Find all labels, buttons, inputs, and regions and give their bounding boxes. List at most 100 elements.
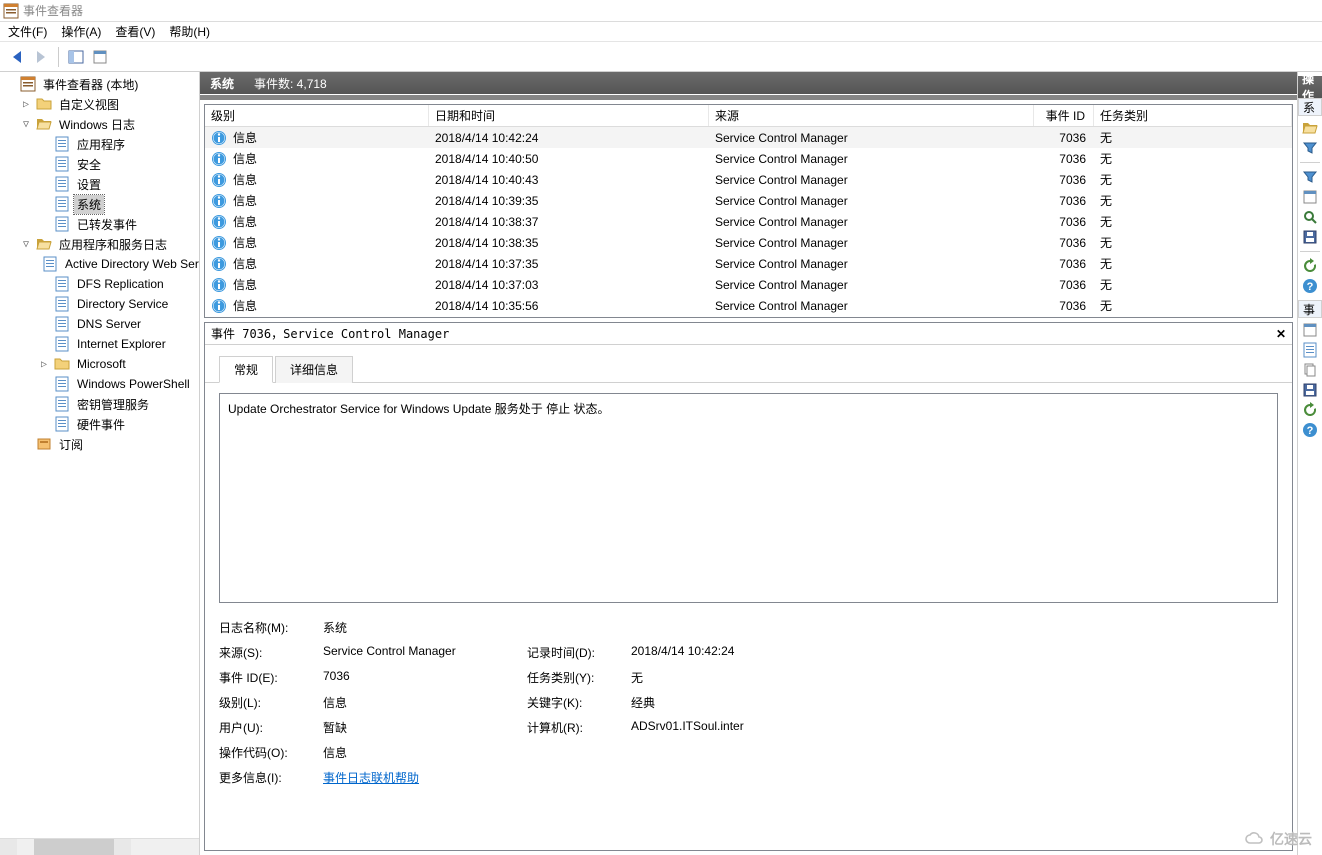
action-event-properties[interactable] [1298, 320, 1322, 340]
cell-date: 2018/4/14 10:42:24 [429, 131, 709, 145]
menu-help[interactable]: 帮助(H) [169, 23, 210, 40]
action-save-all[interactable] [1298, 227, 1322, 247]
actions-header: 操作 [1298, 76, 1322, 98]
event-properties: 日志名称(M): 系统 来源(S): Service Control Manag… [219, 619, 1278, 786]
col-task[interactable]: 任务类别 [1094, 105, 1292, 126]
link-online-help[interactable]: 事件日志联机帮助 [323, 771, 419, 785]
action-create-custom-view[interactable] [1298, 138, 1322, 158]
tree-log-dfs[interactable]: DFS Replication [0, 274, 199, 294]
tree-windows-logs[interactable]: ▽Windows 日志 [0, 114, 199, 134]
menu-action[interactable]: 操作(A) [61, 23, 101, 40]
action-find[interactable] [1298, 207, 1322, 227]
col-level[interactable]: 级别 [205, 105, 429, 126]
tree-log-system[interactable]: 系统 [0, 194, 199, 214]
table-row[interactable]: 信息2018/4/14 10:37:35Service Control Mana… [205, 253, 1292, 274]
table-row[interactable]: 信息2018/4/14 10:35:56Service Control Mana… [205, 295, 1292, 316]
action-refresh[interactable] [1298, 256, 1322, 276]
tree-log-dns[interactable]: DNS Server [0, 314, 199, 334]
forward-button[interactable] [30, 46, 52, 68]
tree-app-services[interactable]: ▽应用程序和服务日志 [0, 234, 199, 254]
tree-log-powershell[interactable]: Windows PowerShell [0, 374, 199, 394]
tree-root[interactable]: 事件查看器 (本地) [0, 74, 199, 94]
log-icon [54, 376, 70, 392]
col-date[interactable]: 日期和时间 [429, 105, 709, 126]
cell-date: 2018/4/14 10:37:03 [429, 278, 709, 292]
properties-button[interactable] [89, 46, 111, 68]
action-filter[interactable] [1298, 167, 1322, 187]
table-row[interactable]: 信息2018/4/14 10:40:50Service Control Mana… [205, 148, 1292, 169]
table-row[interactable]: 信息2018/4/14 10:37:03Service Control Mana… [205, 274, 1292, 295]
cell-source: Service Control Manager [709, 299, 1034, 313]
action-save-selected[interactable] [1298, 380, 1322, 400]
table-row[interactable]: 信息2018/4/14 10:40:43Service Control Mana… [205, 169, 1292, 190]
log-icon [54, 336, 70, 352]
menu-file[interactable]: 文件(F) [8, 23, 47, 40]
menu-view[interactable]: 查看(V) [115, 23, 155, 40]
copy-icon [1302, 362, 1318, 378]
show-hide-pane-button[interactable] [65, 46, 87, 68]
tree-log-forwarded[interactable]: 已转发事件 [0, 214, 199, 234]
table-row[interactable]: 信息2018/4/14 10:38:37Service Control Mana… [205, 211, 1292, 232]
info-icon [211, 298, 227, 314]
tree-log-adws[interactable]: Active Directory Web Services [0, 254, 199, 274]
val-user: 暂缺 [323, 719, 523, 736]
tree-log-security[interactable]: 安全 [0, 154, 199, 174]
tree-log-ie[interactable]: Internet Explorer [0, 334, 199, 354]
expand-icon[interactable]: ▷ [20, 99, 32, 110]
tree-folder-microsoft[interactable]: ▷Microsoft [0, 354, 199, 374]
tree-log-setup[interactable]: 设置 [0, 174, 199, 194]
action-attach-task[interactable] [1298, 340, 1322, 360]
action-refresh-2[interactable] [1298, 400, 1322, 420]
cell-task: 无 [1094, 213, 1292, 230]
properties-icon [1302, 189, 1318, 205]
cell-source: Service Control Manager [709, 215, 1034, 229]
tree-log-keymgmt[interactable]: 密钥管理服务 [0, 394, 199, 414]
grid-header: 级别 日期和时间 来源 事件 ID 任务类别 [205, 105, 1292, 127]
action-properties[interactable] [1298, 187, 1322, 207]
collapse-icon[interactable]: ▽ [20, 119, 32, 130]
cell-id: 7036 [1034, 131, 1094, 145]
tree-subscriptions[interactable]: 订阅 [0, 434, 199, 454]
cell-source: Service Control Manager [709, 194, 1034, 208]
table-row[interactable]: 信息2018/4/14 10:38:35Service Control Mana… [205, 232, 1292, 253]
cell-level: 信息 [233, 234, 257, 251]
log-icon [54, 396, 70, 412]
info-icon [211, 256, 227, 272]
cell-source: Service Control Manager [709, 236, 1034, 250]
close-icon[interactable]: ✕ [1276, 327, 1286, 341]
action-help-2[interactable] [1298, 420, 1322, 440]
lbl-logged: 记录时间(D): [527, 644, 627, 661]
action-copy[interactable] [1298, 360, 1322, 380]
info-icon [211, 172, 227, 188]
back-button[interactable] [6, 46, 28, 68]
action-open-saved-log[interactable] [1298, 118, 1322, 138]
tree-custom-views[interactable]: ▷自定义视图 [0, 94, 199, 114]
horizontal-scrollbar[interactable] [0, 838, 199, 855]
table-row[interactable]: 信息2018/4/14 10:39:35Service Control Mana… [205, 190, 1292, 211]
cell-level: 信息 [233, 129, 257, 146]
col-event-id[interactable]: 事件 ID [1034, 105, 1094, 126]
tab-details[interactable]: 详细信息 [275, 356, 353, 383]
tree-log-application[interactable]: 应用程序 [0, 134, 199, 154]
action-help[interactable] [1298, 276, 1322, 296]
cell-level: 信息 [233, 150, 257, 167]
cell-task: 无 [1094, 234, 1292, 251]
lbl-keywords: 关键字(K): [527, 694, 627, 711]
folder-open-icon [36, 236, 52, 252]
table-row[interactable]: 信息2018/4/14 10:42:24Service Control Mana… [205, 127, 1292, 148]
collapse-icon[interactable]: ▽ [20, 239, 32, 250]
tree-log-ds[interactable]: Directory Service [0, 294, 199, 314]
cell-id: 7036 [1034, 299, 1094, 313]
save-icon [1302, 382, 1318, 398]
tab-general[interactable]: 常规 [219, 356, 273, 383]
navigation-tree[interactable]: 事件查看器 (本地) ▷自定义视图 ▽Windows 日志 应用程序 安全 设置… [0, 72, 200, 855]
col-source[interactable]: 来源 [709, 105, 1034, 126]
event-description[interactable]: Update Orchestrator Service for Windows … [219, 393, 1278, 603]
cell-id: 7036 [1034, 236, 1094, 250]
expand-icon[interactable]: ▷ [38, 359, 50, 370]
detail-header: 事件 7036，Service Control Manager ✕ [205, 323, 1292, 345]
tree-log-hardware[interactable]: 硬件事件 [0, 414, 199, 434]
cell-source: Service Control Manager [709, 152, 1034, 166]
grid-body[interactable]: 信息2018/4/14 10:42:24Service Control Mana… [205, 127, 1292, 317]
refresh-icon [1302, 258, 1318, 274]
